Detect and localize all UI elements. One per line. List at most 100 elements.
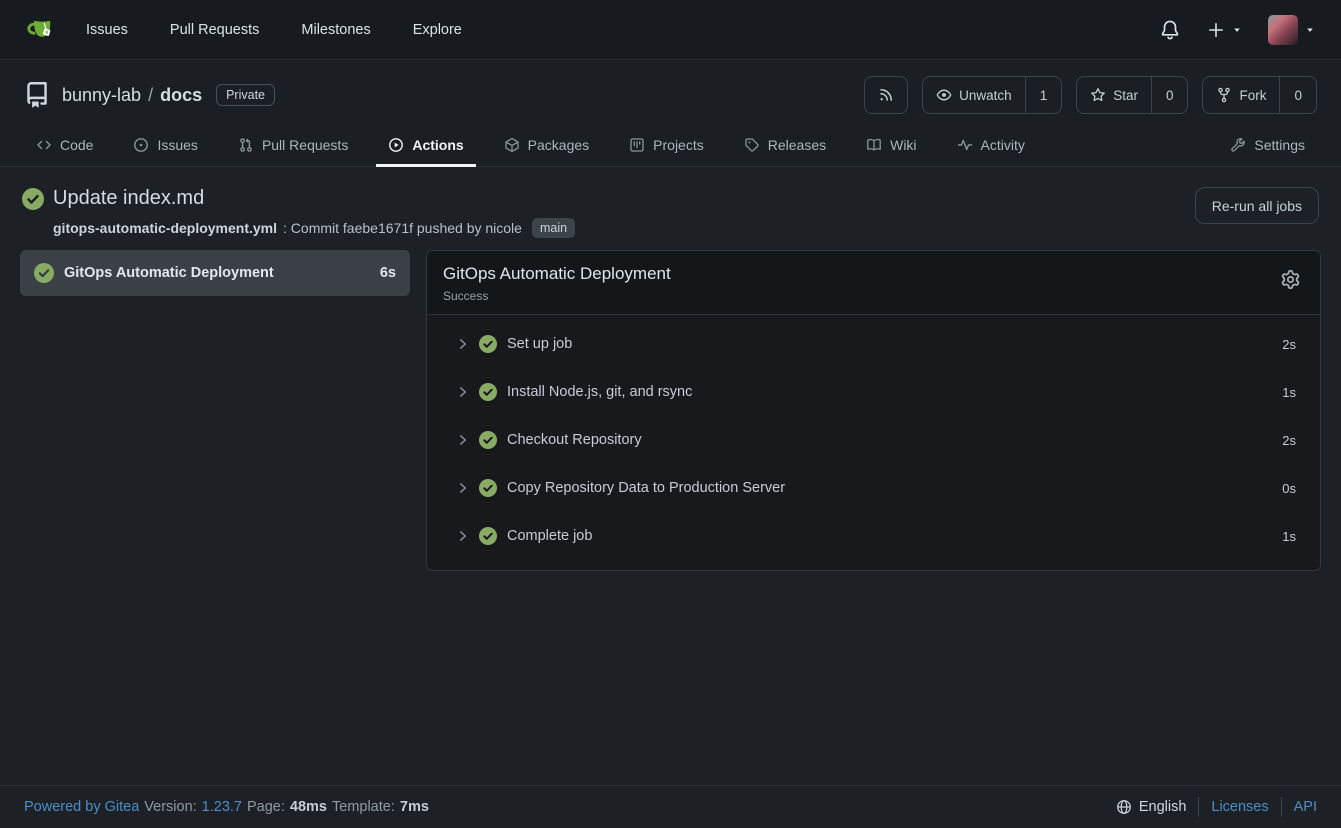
- job-list-sidebar: GitOps Automatic Deployment 6s: [20, 250, 410, 296]
- tab-label: Activity: [981, 137, 1025, 153]
- nav-issues-link[interactable]: Issues: [86, 22, 128, 38]
- watch-count[interactable]: 1: [1025, 77, 1062, 113]
- version-label: Version:: [144, 799, 196, 815]
- repo-title-row: bunny-lab / docs Private: [24, 74, 1317, 116]
- workflow-run-header: Update index.md gitops-automatic-deploym…: [0, 167, 1341, 238]
- git-pull-request-icon: [238, 137, 254, 153]
- star-count[interactable]: 0: [1151, 77, 1188, 113]
- panel-header: GitOps Automatic Deployment Success: [427, 251, 1320, 315]
- watch-button-group: Unwatch 1: [922, 76, 1062, 114]
- tab-code[interactable]: Code: [24, 124, 105, 166]
- notifications-bell-icon[interactable]: [1159, 19, 1181, 41]
- rerun-all-jobs-button[interactable]: Re-run all jobs: [1195, 187, 1319, 224]
- step-row-setup[interactable]: Set up job 2s: [427, 320, 1320, 368]
- repo-name-link[interactable]: docs: [160, 85, 202, 106]
- top-navbar: Issues Pull Requests Milestones Explore: [0, 0, 1341, 60]
- code-icon: [36, 137, 52, 153]
- nav-milestones-link[interactable]: Milestones: [301, 22, 370, 38]
- repo-breadcrumb: bunny-lab / docs: [62, 85, 202, 106]
- api-link[interactable]: API: [1294, 799, 1317, 815]
- step-name: Set up job: [507, 336, 572, 352]
- repo-action-buttons: Unwatch 1 Star 0: [864, 76, 1317, 114]
- tab-label: Packages: [528, 137, 589, 153]
- repo-book-icon: [24, 82, 50, 108]
- commit-text: : Commit faebe1671f pushed by nicole: [283, 220, 522, 236]
- step-duration: 1s: [1282, 385, 1296, 400]
- tag-icon: [744, 137, 760, 153]
- chevron-right-icon: [457, 434, 469, 446]
- fork-button[interactable]: Fork: [1203, 77, 1279, 113]
- step-success-icon: [479, 527, 497, 545]
- footer-left: Powered by Gitea Version: 1.23.7 Page: 4…: [24, 799, 429, 815]
- job-list-item[interactable]: GitOps Automatic Deployment 6s: [20, 250, 410, 296]
- repo-owner-link[interactable]: bunny-lab: [62, 85, 141, 106]
- breadcrumb-separator: /: [148, 85, 153, 106]
- book-icon: [866, 137, 882, 153]
- tab-pull-requests[interactable]: Pull Requests: [226, 124, 360, 166]
- play-circle-icon: [388, 137, 404, 153]
- rss-button[interactable]: [864, 76, 908, 114]
- tab-wiki[interactable]: Wiki: [854, 124, 928, 166]
- fork-button-group: Fork 0: [1202, 76, 1317, 114]
- chevron-down-icon: [1305, 25, 1315, 35]
- language-label: English: [1139, 799, 1187, 815]
- step-row-copy[interactable]: Copy Repository Data to Production Serve…: [427, 464, 1320, 512]
- tab-label: Actions: [412, 137, 463, 153]
- issue-opened-icon: [133, 137, 149, 153]
- step-row-install[interactable]: Install Node.js, git, and rsync 1s: [427, 368, 1320, 416]
- unwatch-button[interactable]: Unwatch: [923, 77, 1025, 113]
- step-duration: 1s: [1282, 529, 1296, 544]
- navbar-links: Issues Pull Requests Milestones Explore: [86, 22, 462, 38]
- footer-right: English Licenses API: [1116, 797, 1317, 817]
- tab-releases[interactable]: Releases: [732, 124, 838, 166]
- navbar-right: [1159, 15, 1315, 45]
- version-link[interactable]: 1.23.7: [202, 799, 242, 815]
- workflow-file-link[interactable]: gitops-automatic-deployment.yml: [53, 220, 277, 236]
- tab-issues[interactable]: Issues: [121, 124, 209, 166]
- tab-settings[interactable]: Settings: [1218, 124, 1317, 166]
- page-time-value: 48ms: [290, 799, 327, 815]
- step-row-complete[interactable]: Complete job 1s: [427, 512, 1320, 560]
- fork-count[interactable]: 0: [1279, 77, 1316, 113]
- tab-label: Pull Requests: [262, 137, 348, 153]
- nav-pull-requests-link[interactable]: Pull Requests: [170, 22, 259, 38]
- gitea-logo-icon[interactable]: [26, 14, 58, 46]
- footer-divider: [1281, 797, 1282, 817]
- panel-header-text: GitOps Automatic Deployment Success: [443, 264, 671, 303]
- star-button[interactable]: Star: [1077, 77, 1151, 113]
- gear-icon[interactable]: [1281, 264, 1304, 289]
- package-icon: [504, 137, 520, 153]
- footer-divider: [1198, 797, 1199, 817]
- star-icon: [1090, 87, 1106, 103]
- step-duration: 2s: [1282, 337, 1296, 352]
- git-fork-icon: [1216, 87, 1232, 103]
- nav-explore-link[interactable]: Explore: [413, 22, 462, 38]
- tab-actions[interactable]: Actions: [376, 124, 475, 166]
- branch-badge[interactable]: main: [532, 218, 575, 238]
- step-success-icon: [479, 431, 497, 449]
- tab-packages[interactable]: Packages: [492, 124, 601, 166]
- step-row-checkout[interactable]: Checkout Repository 2s: [427, 416, 1320, 464]
- globe-icon: [1116, 799, 1132, 815]
- tab-label: Code: [60, 137, 93, 153]
- licenses-link[interactable]: Licenses: [1211, 799, 1268, 815]
- chevron-right-icon: [457, 386, 469, 398]
- tab-activity[interactable]: Activity: [945, 124, 1037, 166]
- template-time-label: Template:: [332, 799, 395, 815]
- run-header-left: Update index.md gitops-automatic-deploym…: [22, 187, 575, 238]
- panel-job-title: GitOps Automatic Deployment: [443, 264, 671, 284]
- run-subtitle: gitops-automatic-deployment.yml : Commit …: [53, 218, 575, 238]
- run-title-row: Update index.md: [22, 187, 575, 210]
- step-success-icon: [479, 383, 497, 401]
- repo-tabs: Code Issues Pull Requests Actions Packag…: [24, 124, 1317, 166]
- user-menu[interactable]: [1268, 15, 1315, 45]
- create-new-button[interactable]: [1207, 21, 1242, 39]
- powered-by-gitea-link[interactable]: Powered by Gitea: [24, 799, 139, 815]
- chevron-right-icon: [457, 482, 469, 494]
- chevron-right-icon: [457, 338, 469, 350]
- tab-label: Releases: [768, 137, 826, 153]
- tab-projects[interactable]: Projects: [617, 124, 716, 166]
- language-selector[interactable]: English: [1116, 799, 1187, 815]
- rss-icon: [865, 77, 907, 113]
- user-avatar: [1268, 15, 1298, 45]
